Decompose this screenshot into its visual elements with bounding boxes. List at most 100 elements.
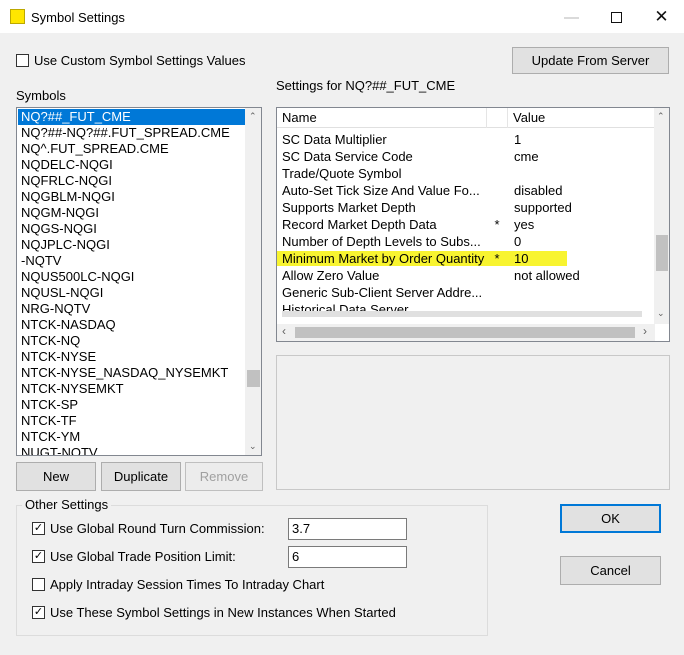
cell-value[interactable] <box>514 165 654 182</box>
table-row[interactable]: Number of Depth Levels to Subs... 0 <box>277 233 655 250</box>
cell-value[interactable]: 0 <box>514 233 654 250</box>
cell-value[interactable]: yes <box>514 216 654 233</box>
trade-limit-input[interactable]: 6 <box>288 546 407 568</box>
cell-value[interactable]: supported <box>514 199 654 216</box>
header-name[interactable]: Name <box>277 108 487 128</box>
ok-button[interactable]: OK <box>560 504 661 533</box>
list-item[interactable]: NUGT-NQTV <box>18 445 246 455</box>
grid-scroll-left-icon[interactable]: ‹ <box>282 324 286 338</box>
cell-star: * <box>494 217 500 232</box>
table-row[interactable]: Record Market Depth Data * yes <box>277 216 655 233</box>
remove-button[interactable]: Remove <box>185 462 263 491</box>
scroll-down-icon[interactable]: ⌄ <box>249 441 257 452</box>
scroll-up-icon[interactable]: ⌃ <box>249 111 257 122</box>
settings-grid[interactable]: Name Value SC Data Multiplier 1 SC Data Se… <box>276 107 670 342</box>
header-spacer <box>487 108 508 128</box>
list-item[interactable]: NQGM-NQGI <box>18 205 246 221</box>
list-item[interactable]: NQ?##_FUT_CME <box>18 109 246 125</box>
cell-name: Record Market Depth Data <box>282 217 437 232</box>
list-item[interactable]: NTCK-SP <box>18 397 246 413</box>
cell-value[interactable]: disabled <box>514 182 654 199</box>
grid-scrollbar-thumb[interactable] <box>656 235 668 271</box>
update-from-server-button[interactable]: Update From Server <box>512 47 669 74</box>
title-bar[interactable]: Symbol Settings — ✕ <box>0 0 684 34</box>
table-row[interactable]: SC Data Multiplier 1 <box>277 131 655 148</box>
list-item[interactable]: NQGS-NQGI <box>18 221 246 237</box>
use-custom-checkbox[interactable] <box>16 54 29 67</box>
app-icon <box>10 9 25 24</box>
table-row[interactable]: Supports Market Depth supported <box>277 199 655 216</box>
grid-scroll-down-icon[interactable]: ⌄ <box>657 308 665 319</box>
cell-name: Supports Market Depth <box>282 200 416 215</box>
list-item[interactable]: NQJPLC-NQGI <box>18 237 246 253</box>
intraday-checkbox[interactable] <box>32 578 45 591</box>
list-item[interactable]: NQ?##-NQ?##.FUT_SPREAD.CME <box>18 125 246 141</box>
maximize-icon[interactable] <box>594 0 639 34</box>
list-item[interactable]: -NQTV <box>18 253 246 269</box>
list-item[interactable]: NQFRLC-NQGI <box>18 173 246 189</box>
window-title: Symbol Settings <box>31 10 125 25</box>
list-item[interactable]: NRG-NQTV <box>18 301 246 317</box>
grid-hscrollbar[interactable]: ‹ › <box>277 324 655 341</box>
table-row[interactable]: Minimum Market by Order Quantity * 10 <box>277 250 655 267</box>
table-row[interactable]: Auto-Set Tick Size And Value Fo... disabl… <box>277 182 655 199</box>
grid-partial-row <box>277 301 655 324</box>
symbols-list[interactable]: NQ?##_FUT_CME NQ?##-NQ?##.FUT_SPREAD.CME N… <box>16 107 262 456</box>
symbols-list-items: NQ?##_FUT_CME NQ?##-NQ?##.FUT_SPREAD.CME N… <box>18 109 246 455</box>
table-row[interactable]: Generic Sub-Client Server Addre... <box>277 284 655 301</box>
list-item[interactable]: NTCK-YM <box>18 429 246 445</box>
cell-value[interactable]: cme <box>514 148 654 165</box>
cell-value[interactable] <box>514 284 654 301</box>
list-item[interactable]: NQDELC-NQGI <box>18 157 246 173</box>
list-item[interactable]: NQGBLM-NQGI <box>18 189 246 205</box>
table-row[interactable]: Trade/Quote Symbol <box>277 165 655 182</box>
grid-scroll-right-icon[interactable]: › <box>643 324 647 338</box>
minimize-icon: — <box>564 8 579 26</box>
cell-name: Minimum Market by Order Quantity <box>282 251 485 266</box>
table-row[interactable]: SC Data Service Code cme <box>277 148 655 165</box>
cell-name: SC Data Service Code <box>282 149 413 164</box>
grid-vscrollbar[interactable]: ⌃ ⌄ <box>654 108 669 324</box>
list-item[interactable]: NTCK-NQ <box>18 333 246 349</box>
check-icon: ✓ <box>33 550 44 562</box>
scrollbar-thumb[interactable] <box>247 370 260 387</box>
header-value[interactable]: Value <box>508 108 655 128</box>
cell-value[interactable]: 1 <box>514 131 654 148</box>
list-item[interactable]: NQUSL-NQGI <box>18 285 246 301</box>
grid-rows: SC Data Multiplier 1 SC Data Service Code c… <box>277 131 655 324</box>
cell-star <box>487 199 507 216</box>
cell-value[interactable]: 10 <box>514 250 654 267</box>
new-instances-label: Use These Symbol Settings in New Instanc… <box>50 605 396 620</box>
intraday-label: Apply Intraday Session Times To Intraday… <box>50 577 325 592</box>
table-row[interactable]: Allow Zero Value not allowed <box>277 267 655 284</box>
list-item[interactable]: NTCK-NYSEMKT <box>18 381 246 397</box>
trade-limit-checkbox[interactable]: ✓ <box>32 550 45 563</box>
symbols-scrollbar[interactable]: ⌃ ⌄ <box>245 108 261 455</box>
cell-name: Auto-Set Tick Size And Value Fo... <box>282 183 480 198</box>
new-button[interactable]: New <box>16 462 96 491</box>
round-turn-checkbox[interactable]: ✓ <box>32 522 45 535</box>
list-item[interactable]: NTCK-NYSE_NASDAQ_NYSEMKT <box>18 365 246 381</box>
cell-star: * <box>494 251 500 266</box>
new-instances-checkbox[interactable]: ✓ <box>32 606 45 619</box>
duplicate-button[interactable]: Duplicate <box>101 462 181 491</box>
symbols-label: Symbols <box>16 88 66 103</box>
close-icon[interactable]: ✕ <box>639 0 684 34</box>
cell-name: Trade/Quote Symbol <box>282 166 402 181</box>
list-item[interactable]: NTCK-NYSE <box>18 349 246 365</box>
grid-scroll-up-icon[interactable]: ⌃ <box>657 111 665 122</box>
list-item[interactable]: NTCK-TF <box>18 413 246 429</box>
settings-label: Settings for NQ?##_FUT_CME <box>276 78 456 93</box>
check-icon: ✓ <box>33 522 44 534</box>
description-panel <box>276 355 670 490</box>
list-item[interactable]: NTCK-NASDAQ <box>18 317 246 333</box>
cell-star <box>487 182 507 199</box>
cell-name: Allow Zero Value <box>282 268 380 283</box>
cell-star <box>487 267 507 284</box>
cancel-button[interactable]: Cancel <box>560 556 661 585</box>
list-item[interactable]: NQ^.FUT_SPREAD.CME <box>18 141 246 157</box>
list-item[interactable]: NQUS500LC-NQGI <box>18 269 246 285</box>
cell-value[interactable]: not allowed <box>514 267 654 284</box>
round-turn-input[interactable]: 3.7 <box>288 518 407 540</box>
grid-hscroll-thumb[interactable] <box>295 327 635 338</box>
